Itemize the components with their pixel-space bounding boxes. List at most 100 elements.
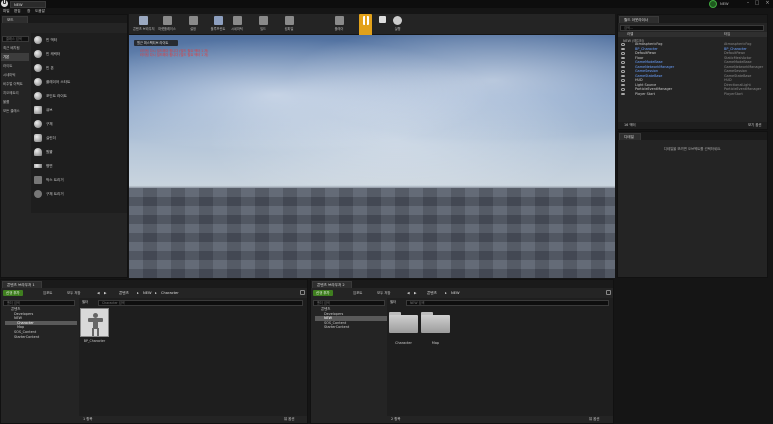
cb2-folder-tile[interactable] [389, 312, 418, 333]
place-item-empty-actor[interactable]: 빈 액터 [31, 34, 127, 45]
cb2-path-1[interactable]: NEW [451, 291, 460, 295]
toolbar-settings-button[interactable]: 설정 [183, 14, 203, 36]
cb1-forward-icon[interactable]: ▶ [102, 290, 109, 296]
visibility-eye-icon[interactable] [621, 92, 625, 95]
visibility-eye-icon[interactable] [621, 56, 625, 59]
place-item-empty-pawn[interactable]: 빈 폰 [31, 62, 127, 73]
cb2-tree-item[interactable]: StarterContent [315, 325, 387, 330]
cb1-lock-icon[interactable] [300, 290, 305, 295]
visibility-eye-icon[interactable] [621, 79, 625, 82]
toolbar-stop-button[interactable] [376, 14, 388, 36]
details-tab[interactable]: 디테일 [619, 133, 641, 140]
place-item-cylinder[interactable]: 실린더 [31, 132, 127, 143]
level-viewport[interactable]: 원근 퍼스펙티브 라이트 라이팅 다시 빌드해야 합니다 (빌드 필요 액터 1… [129, 35, 615, 278]
outliner-row[interactable]: Player Start PlayerStart [618, 92, 767, 97]
outliner-view-options[interactable]: 보기 옵션 [748, 122, 762, 129]
toolbar-play-button[interactable]: 플레이 [329, 14, 349, 36]
cb2-save-all-button[interactable]: 모두 저장 [375, 290, 393, 296]
visibility-eye-icon[interactable] [621, 88, 625, 91]
place-item-sphere-trigger[interactable]: 구체 트리거 [31, 188, 127, 199]
visibility-eye-icon[interactable] [621, 65, 625, 68]
cb1-tab[interactable]: 콘텐츠 브라우저 1 [2, 281, 42, 288]
category-all-classes[interactable]: 모든 클래스 [1, 107, 29, 115]
visibility-eye-icon[interactable] [621, 52, 625, 55]
visibility-eye-icon[interactable] [621, 47, 625, 50]
cb1-asset-search-input[interactable]: Character 검색 [98, 300, 303, 306]
cb1-tree-item[interactable]: StarterContent [5, 335, 77, 340]
cb1-folder-search-input[interactable]: 폴더 검색 [3, 300, 75, 306]
sphere-trigger-icon [34, 190, 42, 198]
cb2-tab[interactable]: 콘텐츠 브라우저 2 [312, 281, 352, 288]
col-type-header[interactable]: 타입 [724, 32, 730, 37]
category-visual-effects[interactable]: 비주얼 이펙트 [1, 80, 29, 88]
cb2-asset-search-input[interactable]: NEW 검색 [406, 300, 609, 306]
visibility-eye-icon[interactable] [621, 83, 625, 86]
cube-icon [34, 106, 42, 114]
cb1-asset-tile[interactable]: BP_Character [80, 308, 109, 348]
cb1-import-button[interactable]: 임포트 [41, 290, 54, 296]
visibility-eye-icon[interactable] [621, 74, 625, 77]
outliner-search-input[interactable]: 검색... [620, 25, 764, 31]
cb1-footer: 1 항목 뷰 옵션 [79, 416, 307, 423]
cb2-view-options[interactable]: 뷰 옵션 [589, 416, 599, 423]
class-search-input[interactable]: 클래스 검색 [2, 36, 29, 42]
cb2-import-button[interactable]: 임포트 [351, 290, 364, 296]
visibility-eye-icon[interactable] [621, 61, 625, 64]
outliner-tab[interactable]: 월드 아웃라이너 [619, 16, 659, 23]
build-icon [258, 16, 268, 25]
toolbar-cinematics-button[interactable]: 시네마틱 [227, 14, 247, 36]
cb1-save-all-button[interactable]: 모두 저장 [65, 290, 83, 296]
visibility-eye-icon[interactable] [621, 43, 625, 46]
category-volumes[interactable]: 볼륨 [1, 98, 29, 106]
modes-tab[interactable]: 모드 [2, 16, 28, 23]
place-item-list: 빈 액터 빈 캐릭터 빈 폰 플레이어 스타트 포인트 라이트 큐브 구체 실린… [31, 33, 127, 213]
toolbar-blueprints-button[interactable]: 블루프린트 [208, 14, 228, 36]
main-toolbar: 콘텐츠 브라우저 마켓플레이스 설정 블루프린트 시네마틱 빌드 컴파일 플레이… [129, 14, 615, 36]
place-item-point-light[interactable]: 포인트 라이트 [31, 90, 127, 101]
place-item-box-trigger[interactable]: 박스 트리거 [31, 174, 127, 185]
category-recent[interactable]: 최근 배치됨 [1, 44, 29, 52]
cb1-filter-button[interactable]: 필터 [80, 299, 90, 305]
toolbar-pause-button[interactable] [359, 14, 372, 36]
cb2-lock-icon[interactable] [606, 290, 611, 295]
viewport-options-button[interactable]: 원근 퍼스펙티브 라이트 [134, 40, 178, 46]
point-light-icon [34, 92, 42, 100]
cb1-path-1[interactable]: NEW [143, 291, 152, 295]
place-item-empty-character[interactable]: 빈 캐릭터 [31, 48, 127, 59]
place-item-cube[interactable]: 큐브 [31, 104, 127, 115]
place-item-plane[interactable]: 평면 [31, 160, 127, 171]
toolbar-content-browser-button[interactable]: 콘텐츠 브라우저 [133, 14, 155, 36]
source-control-status-icon[interactable] [709, 0, 717, 8]
toolbar-marketplace-button[interactable]: 마켓플레이스 [157, 14, 177, 36]
cb2-back-icon[interactable]: ◀ [405, 290, 412, 296]
lighting-warning-2: 라이팅 다시 빌드해야 합니다 (빌드 필요 액터 1 개) [140, 53, 209, 57]
cb2-add-new-button[interactable]: 신규 추가 [313, 290, 333, 296]
category-geometry[interactable]: 지오메트리 [1, 89, 29, 97]
category-basic[interactable]: 기본 [1, 53, 29, 61]
toolbar-compile-button[interactable]: 컴파일 [279, 14, 299, 36]
close-button[interactable]: × [763, 1, 772, 7]
minimize-button[interactable]: – [744, 1, 752, 7]
cb2-folder-search-input[interactable]: 폴더 검색 [313, 300, 385, 306]
category-lights[interactable]: 라이트 [1, 62, 29, 70]
cb1-view-options[interactable]: 뷰 옵션 [284, 416, 294, 423]
plane-icon [34, 164, 42, 168]
maximize-button[interactable]: □ [753, 1, 761, 7]
cb2-path-0[interactable]: 콘텐츠 [427, 291, 437, 296]
place-item-cone[interactable]: 원뿔 [31, 146, 127, 157]
place-item-sphere[interactable]: 구체 [31, 118, 127, 129]
col-label-header[interactable]: 라벨 [627, 32, 633, 37]
place-item-player-start[interactable]: 플레이어 스타트 [31, 76, 127, 87]
cb1-path-2[interactable]: Character [161, 291, 179, 295]
toolbar-build-button[interactable]: 빌드 [253, 14, 273, 36]
cb1-back-icon[interactable]: ◀ [95, 290, 102, 296]
cb2-forward-icon[interactable]: ▶ [412, 290, 419, 296]
cb1-path-0[interactable]: 콘텐츠 [119, 291, 129, 296]
category-cinematic[interactable]: 시네마틱 [1, 71, 29, 79]
cb2-filter-button[interactable]: 필터 [388, 299, 398, 305]
cb2-folder-tile[interactable] [421, 312, 450, 333]
toolbar-eject-button[interactable]: 실행 [391, 14, 404, 36]
project-tab[interactable]: NEW [10, 1, 46, 8]
visibility-eye-icon[interactable] [621, 70, 625, 73]
cb1-add-new-button[interactable]: 신규 추가 [3, 290, 23, 296]
